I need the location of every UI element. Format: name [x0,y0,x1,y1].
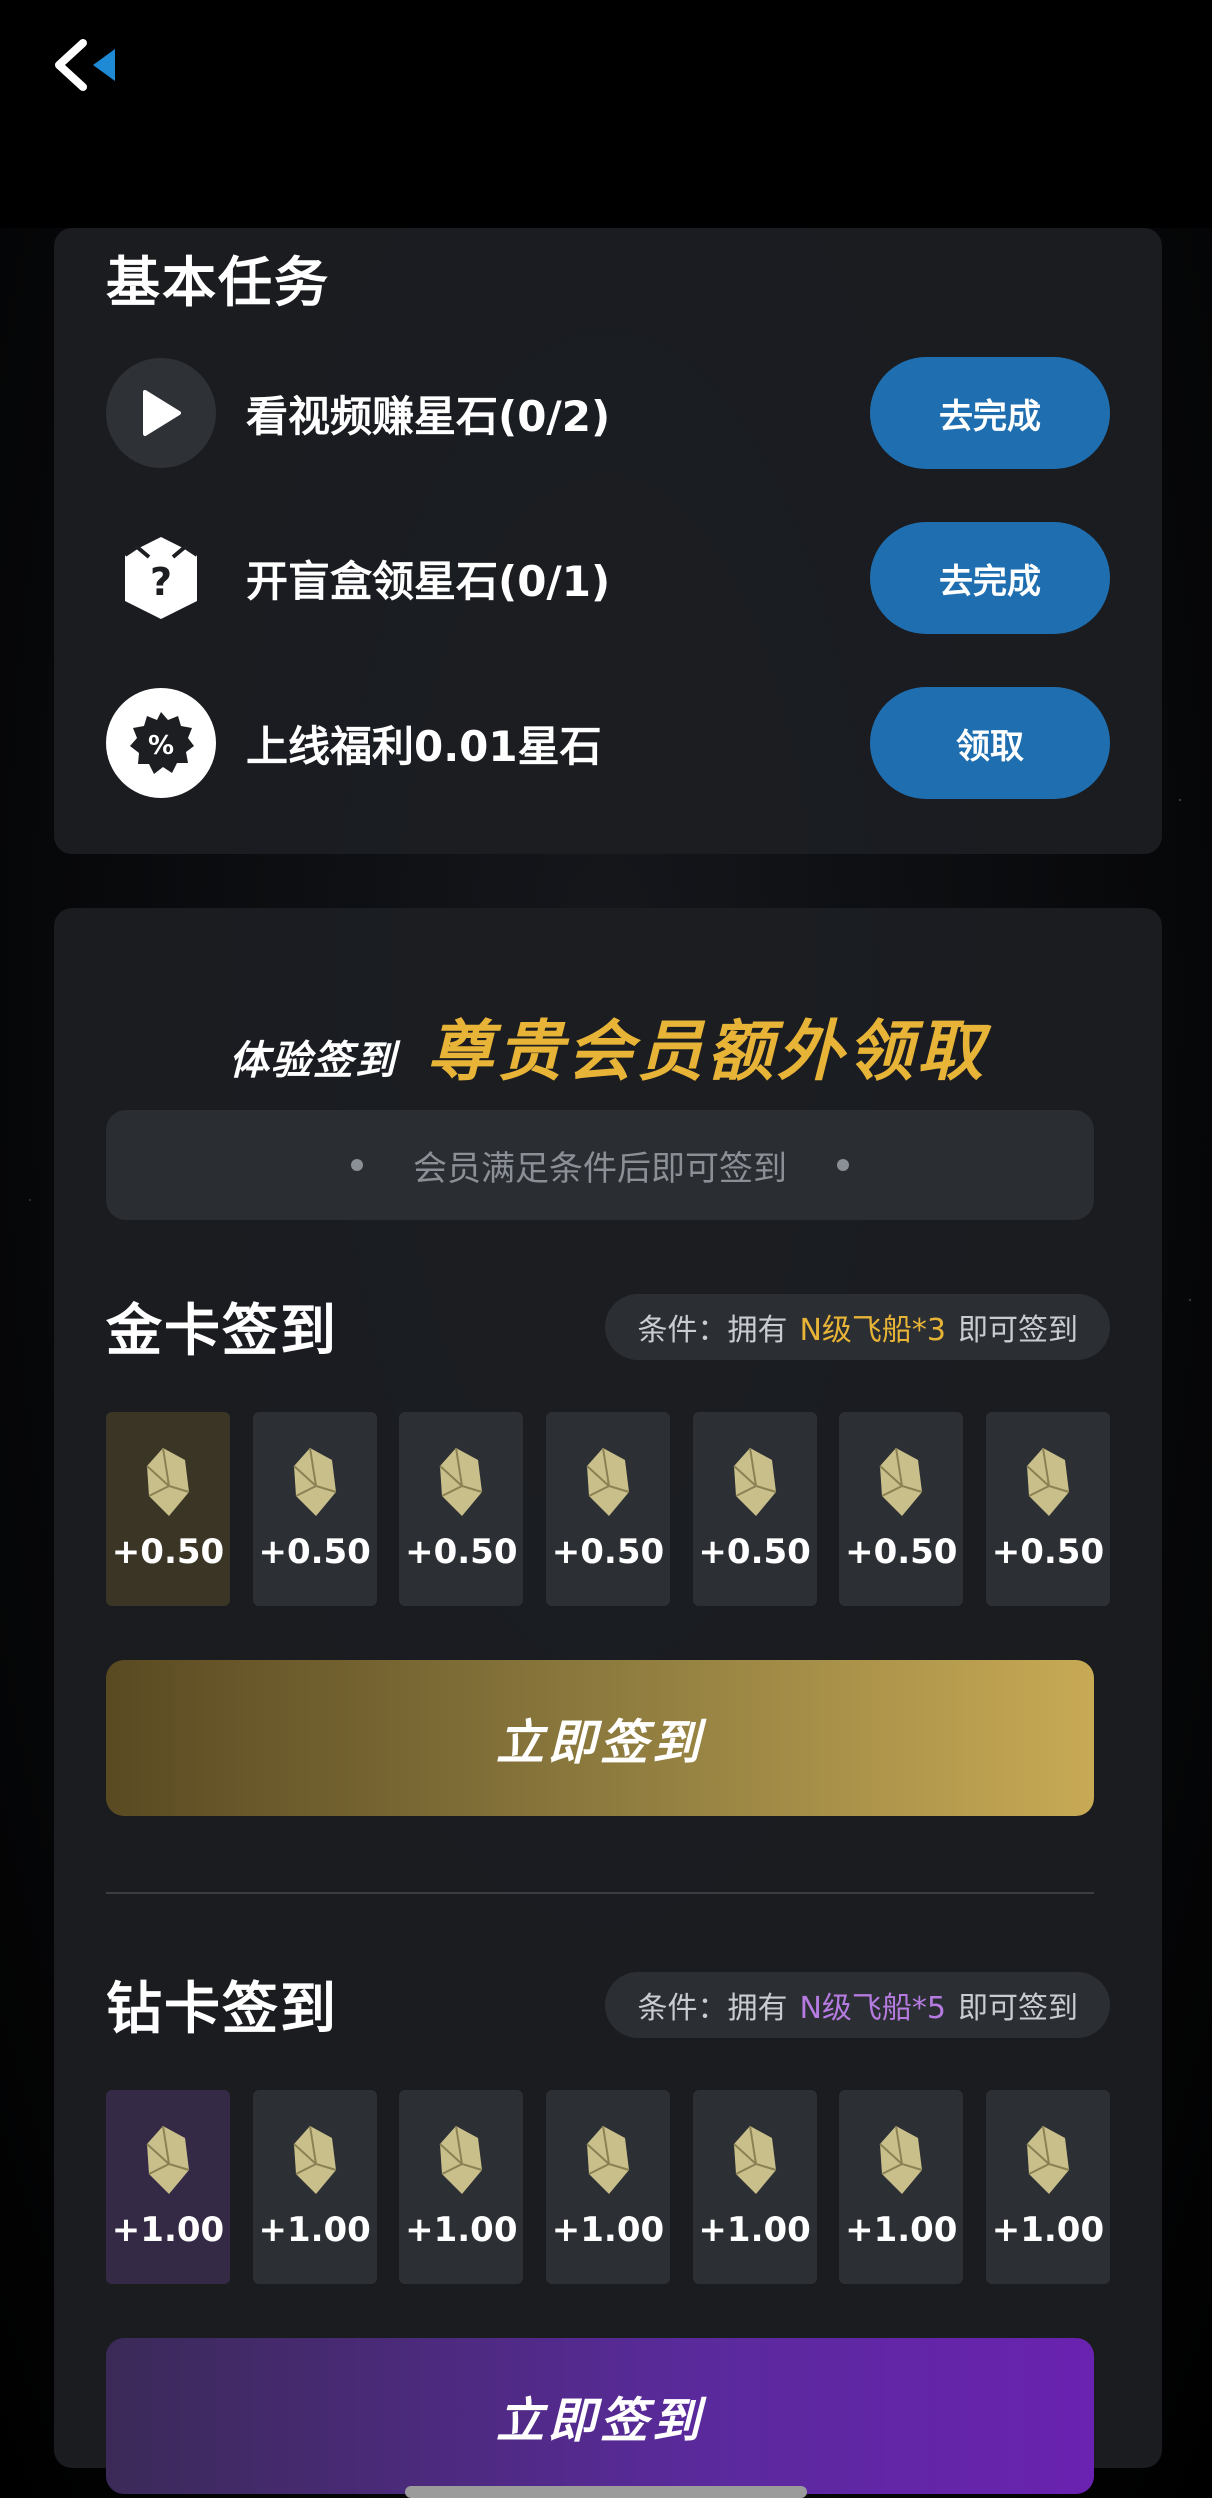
star-stone-icon [732,2125,776,2194]
task-label: 看视频赚星石(0/2) [246,391,611,441]
gold-day-tile: +0.50 [692,1412,817,1606]
reward-value: +0.50 [405,1532,518,1572]
star-stone-icon [292,2125,336,2194]
diamond-day-tile: +1.00 [545,2090,670,2284]
condition-suffix: 即可签到 [958,1313,1078,1348]
reward-value: +1.00 [991,2210,1105,2250]
condition-requirement: N级飞船*3 [799,1313,946,1348]
reward-value: +0.50 [991,1532,1105,1572]
checkin-card: 体验签到 尊贵会员额外领取 会员满足条件后即可签到 金卡签到 条件：拥有 N级飞船… [54,908,1162,2494]
star-stone-icon [439,1447,483,1516]
reward-value: +1.00 [111,2210,225,2250]
reward-value: +1.00 [845,2210,958,2250]
condition-prefix: 条件：拥有 [637,1313,788,1348]
promo-experience-text: 体验签到 [229,1038,397,1084]
task-claim-button[interactable]: 领取 [870,687,1110,799]
checkin-notice: 会员满足条件后即可签到 [106,1110,1094,1220]
bullet-dot [837,1159,849,1171]
top-bar [0,0,1212,228]
star-stone-icon [146,1447,190,1516]
task-label: 上线福利0.01星石 [246,721,602,771]
reward-value: +0.50 [111,1532,225,1572]
diamond-day-tile: +1.00 [692,2090,817,2284]
task-go-button[interactable]: 去完成 [870,357,1110,469]
star-stone-icon [586,1447,630,1516]
back-arrow-icon [55,39,115,91]
task-row-online-bonus: % 上线福利0.01星石 领取 [106,687,1110,799]
star-stone-icon [1026,1447,1070,1516]
star-stone-icon [732,1447,776,1516]
reward-value: +0.50 [258,1532,371,1572]
reward-value: +1.00 [258,2210,371,2250]
condition-suffix: 即可签到 [958,1991,1078,2026]
task-row-watch-video: 看视频赚星石(0/2) 去完成 [106,357,1110,469]
diamond-rewards-row: +1.00 +1.00 +1.00 +1.00 +1.00 +1.00 +1.0… [106,2090,1110,2284]
condition-prefix: 条件：拥有 [637,1991,788,2026]
discount-badge-icon: % [106,688,216,798]
diamond-day-tile: +1.00 [985,2090,1110,2284]
gold-day-tile: +0.50 [399,1412,524,1606]
gold-day-tile: +0.50 [545,1412,670,1606]
condition-requirement: N级飞船*5 [799,1991,946,2026]
diamond-day-tile: +1.00 [839,2090,964,2284]
gold-day-tile: +0.50 [985,1412,1110,1606]
reward-value: +0.50 [551,1532,665,1572]
basic-tasks-title: 基本任务 [106,251,330,314]
diamond-checkin-button[interactable]: 立即签到 [106,2338,1094,2494]
star-stone-icon [292,1447,336,1516]
reward-value: +1.00 [698,2210,811,2250]
star-stone-icon [439,2125,483,2194]
checkin-promo-banner: 体验签到 尊贵会员额外领取 [54,998,1162,1094]
star-stone-icon [586,2125,630,2194]
diamond-checkin-title: 钻卡签到 [106,1977,338,2042]
star-stone-icon [879,2125,923,2194]
star-stone-icon [879,1447,923,1516]
bullet-dot [351,1159,363,1171]
diamond-condition-pill: 条件：拥有 N级飞船*5 即可签到 [605,1972,1110,2038]
home-indicator[interactable] [405,2486,807,2498]
svg-text:%: % [148,731,174,761]
diamond-day-tile: +1.00 [399,2090,524,2284]
back-button[interactable] [40,30,130,100]
play-icon [106,358,216,468]
task-row-open-box: ? 开盲盒领星石(0/1) 去完成 [106,522,1110,634]
svg-text:?: ? [150,560,172,604]
star-stone-icon [1026,2125,1070,2194]
diamond-day-tile: +1.00 [106,2090,230,2284]
gold-checkin-button[interactable]: 立即签到 [106,1660,1094,1816]
star-stone-icon [146,2125,190,2194]
gold-condition-pill: 条件：拥有 N级飞船*3 即可签到 [605,1294,1110,1360]
gold-day-tile: +0.50 [839,1412,964,1606]
notice-text: 会员满足条件后即可签到 [413,1148,787,1189]
reward-value: +0.50 [698,1532,811,1572]
gold-rewards-row: +0.50 +0.50 +0.50 +0.50 +0.50 +0.50 +0.5… [106,1412,1110,1606]
page: 基本任务 看视频赚星石(0/2) 去完成 ? 开盲盒领星石(0/1) 去完成 %… [0,0,1212,2498]
mystery-box-icon: ? [106,523,216,633]
diamond-day-tile: +1.00 [252,2090,377,2284]
reward-value: +0.50 [845,1532,958,1572]
gold-checkin-title: 金卡签到 [106,1299,338,1364]
gold-day-tile: +0.50 [252,1412,377,1606]
reward-value: +1.00 [551,2210,665,2250]
section-divider [106,1892,1094,1894]
task-go-button[interactable]: 去完成 [870,522,1110,634]
task-label: 开盲盒领星石(0/1) [246,556,611,606]
gold-day-tile: +0.50 [106,1412,230,1606]
basic-tasks-card: 基本任务 看视频赚星石(0/2) 去完成 ? 开盲盒领星石(0/1) 去完成 %… [54,228,1162,854]
promo-vip-text: 尊贵会员额外领取 [427,1013,987,1090]
reward-value: +1.00 [405,2210,518,2250]
